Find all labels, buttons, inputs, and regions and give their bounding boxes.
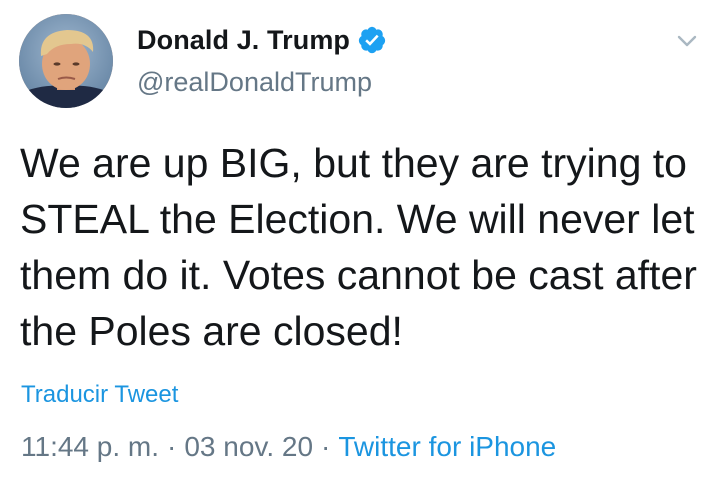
author-name-row: Donald J. Trump	[137, 22, 387, 58]
separator: ·	[167, 431, 177, 462]
author-handle[interactable]: @realDonaldTrump	[137, 67, 372, 98]
author-display-name[interactable]: Donald J. Trump	[137, 25, 350, 56]
tweet-source-link[interactable]: Twitter for iPhone	[338, 431, 556, 462]
tweet-date[interactable]: 03 nov. 20	[184, 431, 313, 462]
translate-tweet-link[interactable]: Traducir Tweet	[21, 381, 178, 409]
tweet-metadata: 11:44 p. m. · 03 nov. 20 · Twitter for iPhon…	[21, 431, 556, 463]
separator: ·	[321, 431, 331, 462]
verified-badge-icon	[357, 25, 387, 55]
tweet-text: We are up BIG, but they are trying to ST…	[20, 140, 697, 354]
tweet-time[interactable]: 11:44 p. m.	[21, 431, 159, 462]
avatar-image	[19, 14, 113, 108]
chevron-down-icon[interactable]	[672, 26, 702, 56]
avatar[interactable]	[19, 14, 113, 108]
